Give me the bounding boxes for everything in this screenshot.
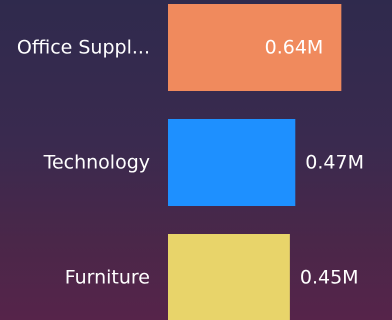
category-labels-group: Office Suppl... Technology Furniture: [17, 37, 150, 289]
data-label: 0.45M: [300, 267, 359, 289]
data-label: 0.64M: [265, 37, 324, 59]
category-label: Technology: [43, 152, 150, 174]
bar-2[interactable]: [168, 234, 290, 320]
data-label: 0.47M: [305, 152, 364, 174]
category-label: Furniture: [65, 267, 150, 289]
bar-1[interactable]: [168, 119, 296, 206]
bar-chart: Office Suppl... Technology Furniture 0.64M…: [17, 4, 364, 320]
category-label: Office Suppl...: [17, 37, 150, 59]
